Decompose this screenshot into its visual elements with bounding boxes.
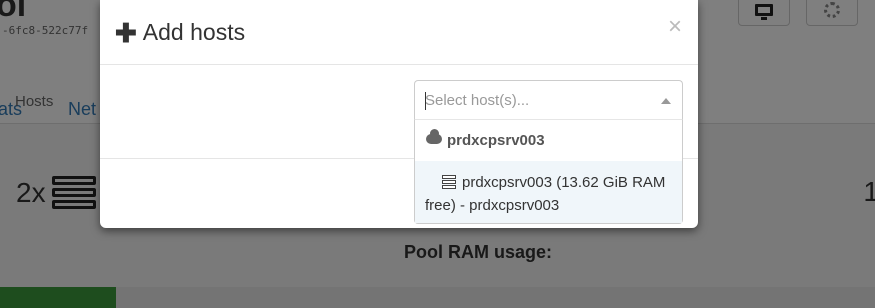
text-cursor xyxy=(425,92,426,110)
group-label: prdxcpsrv003 xyxy=(447,132,545,149)
menu-group-header: prdxcpsrv003 xyxy=(415,120,682,160)
close-icon[interactable]: × xyxy=(668,13,682,41)
modal-title: ✚ Add hosts xyxy=(115,19,245,46)
host-select[interactable]: Select host(s)... xyxy=(414,80,683,120)
modal-title-text: Add hosts xyxy=(142,19,246,45)
cloud-icon xyxy=(426,129,442,144)
chevron-up-icon[interactable] xyxy=(661,98,671,104)
host-option-label: prdxcpsrv003 (13.62 GiB RAM free) - prdx… xyxy=(425,174,666,214)
host-select-placeholder[interactable]: Select host(s)... xyxy=(425,92,529,109)
modal-header: ✚ Add hosts × xyxy=(100,0,698,65)
host-option[interactable]: prdxcpsrv003 (13.62 GiB RAM free) - prdx… xyxy=(415,161,682,223)
host-select-menu: prdxcpsrv003 prdxcpsrv003 (13.62 GiB RAM… xyxy=(414,120,683,224)
plus-icon: ✚ xyxy=(115,17,137,48)
hosts-field-label: Hosts xyxy=(15,93,54,110)
